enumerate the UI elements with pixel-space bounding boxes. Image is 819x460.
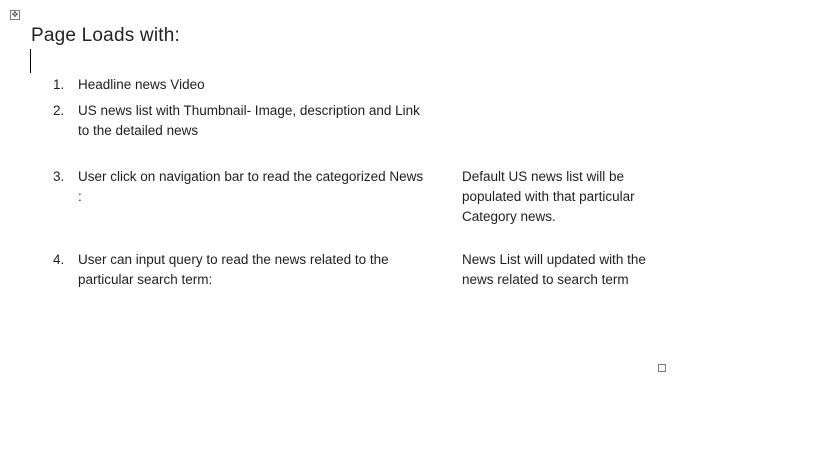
list-number: 3. — [53, 169, 65, 184]
table-move-handle-icon[interactable]: ✥ — [10, 10, 20, 20]
list-note: Default US news list will be populated w… — [462, 169, 635, 224]
list-text: User click on navigation bar to read the… — [78, 169, 424, 204]
list-number: 1. — [53, 77, 65, 92]
list-text: US news list with Thumbnail- Image, desc… — [78, 103, 420, 138]
list-text: Headline news Video — [78, 77, 205, 92]
page-heading: Page Loads with: — [31, 25, 180, 46]
table-resize-handle-icon[interactable] — [658, 364, 666, 372]
text-cursor — [30, 49, 31, 73]
list-number: 2. — [53, 103, 65, 118]
list-number: 4. — [53, 252, 65, 267]
list-text: User can input query to read the news re… — [78, 252, 389, 287]
list-note: News List will updated with the news rel… — [462, 252, 646, 287]
